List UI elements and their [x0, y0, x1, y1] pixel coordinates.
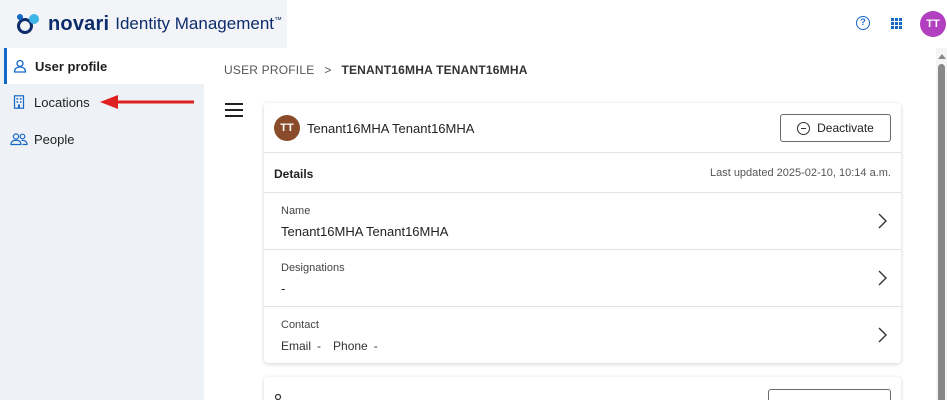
email-label: Email — [281, 339, 312, 353]
section-icon — [274, 393, 282, 400]
detail-row-name[interactable]: Name Tenant16MHA Tenant16MHA — [264, 193, 901, 250]
page-scrollbar[interactable] — [936, 48, 947, 400]
building-icon — [10, 93, 28, 111]
detail-row-designations[interactable]: Designations - — [264, 250, 901, 307]
brand-word: novari — [48, 12, 110, 35]
scrollbar-thumb[interactable] — [938, 64, 945, 400]
breadcrumb-separator: > — [324, 63, 332, 77]
sidebar-item-label: People — [34, 131, 75, 147]
brand-logo[interactable]: novari Identity Management™ — [0, 0, 287, 48]
deactivate-button[interactable]: Deactivate — [780, 114, 891, 142]
user-icon — [11, 57, 29, 75]
phone-label: Phone — [333, 339, 368, 353]
annotation-arrow-icon — [100, 95, 194, 109]
minus-circle-icon — [797, 121, 811, 135]
deactivate-label: Deactivate — [817, 121, 874, 135]
breadcrumb-parent-link[interactable]: USER PROFILE — [224, 63, 314, 77]
brand-product-name: Identity Management™ — [115, 14, 282, 33]
profile-card-header: TT Tenant16MHA Tenant16MHA Deactivate — [264, 103, 901, 153]
apps-grid-icon[interactable] — [891, 18, 902, 29]
sidebar-item-label: User profile — [35, 58, 108, 74]
detail-row-contact[interactable]: Contact Email - Phone - — [264, 307, 901, 364]
top-bar: novari Identity Management™ ? TT — [0, 0, 947, 48]
sidebar-item-people[interactable]: People — [4, 121, 204, 157]
details-header: Details Last updated 2025-02-10, 10:14 a… — [264, 153, 901, 193]
user-avatar[interactable]: TT — [920, 11, 946, 37]
app-root: novari Identity Management™ ? TT User pr… — [0, 0, 947, 400]
row-label: Designations — [281, 262, 345, 274]
chevron-right-icon — [878, 270, 887, 286]
profile-name: Tenant16MHA Tenant16MHA — [307, 121, 475, 136]
secondary-card — [264, 377, 901, 400]
breadcrumb: USER PROFILE > TENANT16MHA TENANT16MHA — [224, 62, 528, 78]
sidebar-item-user-profile[interactable]: User profile — [4, 48, 204, 84]
chevron-right-icon — [878, 213, 887, 229]
menu-toggle-icon[interactable] — [225, 103, 243, 117]
email-value: - — [317, 339, 322, 353]
profile-card: TT Tenant16MHA Tenant16MHA Deactivate De… — [264, 103, 901, 363]
row-label: Contact — [281, 319, 319, 331]
row-value: - — [281, 281, 286, 296]
novari-logo-icon — [17, 14, 39, 34]
row-label: Name — [281, 205, 311, 217]
chevron-right-icon — [878, 327, 887, 343]
last-updated-text: Last updated 2025-02-10, 10:14 a.m. — [709, 167, 891, 179]
scroll-up-arrow-icon[interactable] — [938, 54, 946, 59]
people-icon — [10, 130, 28, 148]
profile-avatar: TT — [274, 115, 300, 141]
contact-values: Email - Phone - — [281, 339, 384, 353]
phone-value: - — [373, 339, 378, 353]
details-title: Details — [274, 167, 314, 181]
row-value: Tenant16MHA Tenant16MHA — [281, 224, 449, 239]
help-icon[interactable]: ? — [856, 16, 870, 30]
secondary-card-button[interactable] — [768, 389, 891, 400]
breadcrumb-current: TENANT16MHA TENANT16MHA — [341, 63, 528, 77]
sidebar-item-label: Locations — [34, 94, 90, 110]
